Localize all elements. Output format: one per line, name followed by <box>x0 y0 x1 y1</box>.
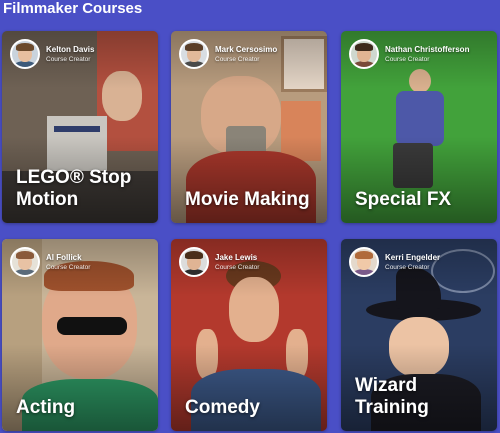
creator-role: Course Creator <box>215 263 260 271</box>
course-card-wizard-training[interactable]: Kerri Engelder Course Creator Wizard Tra… <box>341 239 497 431</box>
creator-avatar <box>10 247 40 277</box>
creator-avatar <box>349 39 379 69</box>
creator-role: Course Creator <box>385 263 430 271</box>
course-title: Acting <box>16 397 76 418</box>
creator-name: Nathan Christofferson <box>385 44 470 54</box>
creator-name: Kelton Davis <box>46 44 95 54</box>
creator-avatar <box>349 247 379 277</box>
creator-avatar <box>179 247 209 277</box>
course-title: Movie Making <box>185 189 310 210</box>
creator-avatar <box>10 39 40 69</box>
course-title: Comedy <box>185 397 260 418</box>
course-creator: Mark Cersosimo Course Creator <box>179 39 277 69</box>
creator-role: Course Creator <box>215 55 260 63</box>
course-creator: Kelton Davis Course Creator <box>10 39 94 69</box>
course-card-lego-stop-motion[interactable]: Kelton Davis Course Creator LEGO® Stop M… <box>2 31 158 223</box>
creator-name: Al Follick <box>46 252 82 262</box>
creator-name: Jake Lewis <box>215 252 258 262</box>
creator-role: Course Creator <box>46 55 91 63</box>
course-title: Wizard Training <box>355 375 429 418</box>
course-card-acting[interactable]: Al Follick Course Creator Acting <box>2 239 158 431</box>
course-card-movie-making[interactable]: Mark Cersosimo Course Creator Movie Maki… <box>171 31 327 223</box>
course-title: Special FX <box>355 189 452 210</box>
course-creator: Nathan Christofferson Course Creator <box>349 39 469 69</box>
creator-name: Mark Cersosimo <box>215 44 278 54</box>
page-title: Filmmaker Courses <box>3 0 143 17</box>
course-creator: Jake Lewis Course Creator <box>179 247 259 277</box>
course-title: LEGO® Stop Motion <box>16 167 132 210</box>
creator-avatar <box>179 39 209 69</box>
course-card-comedy[interactable]: Jake Lewis Course Creator Comedy <box>171 239 327 431</box>
creator-role: Course Creator <box>46 263 91 271</box>
creator-name: Kerri Engelder <box>385 252 441 262</box>
course-creator: Al Follick Course Creator <box>10 247 90 277</box>
course-creator: Kerri Engelder Course Creator <box>349 247 440 277</box>
creator-role: Course Creator <box>385 55 430 63</box>
course-card-special-fx[interactable]: Nathan Christofferson Course Creator Spe… <box>341 31 497 223</box>
